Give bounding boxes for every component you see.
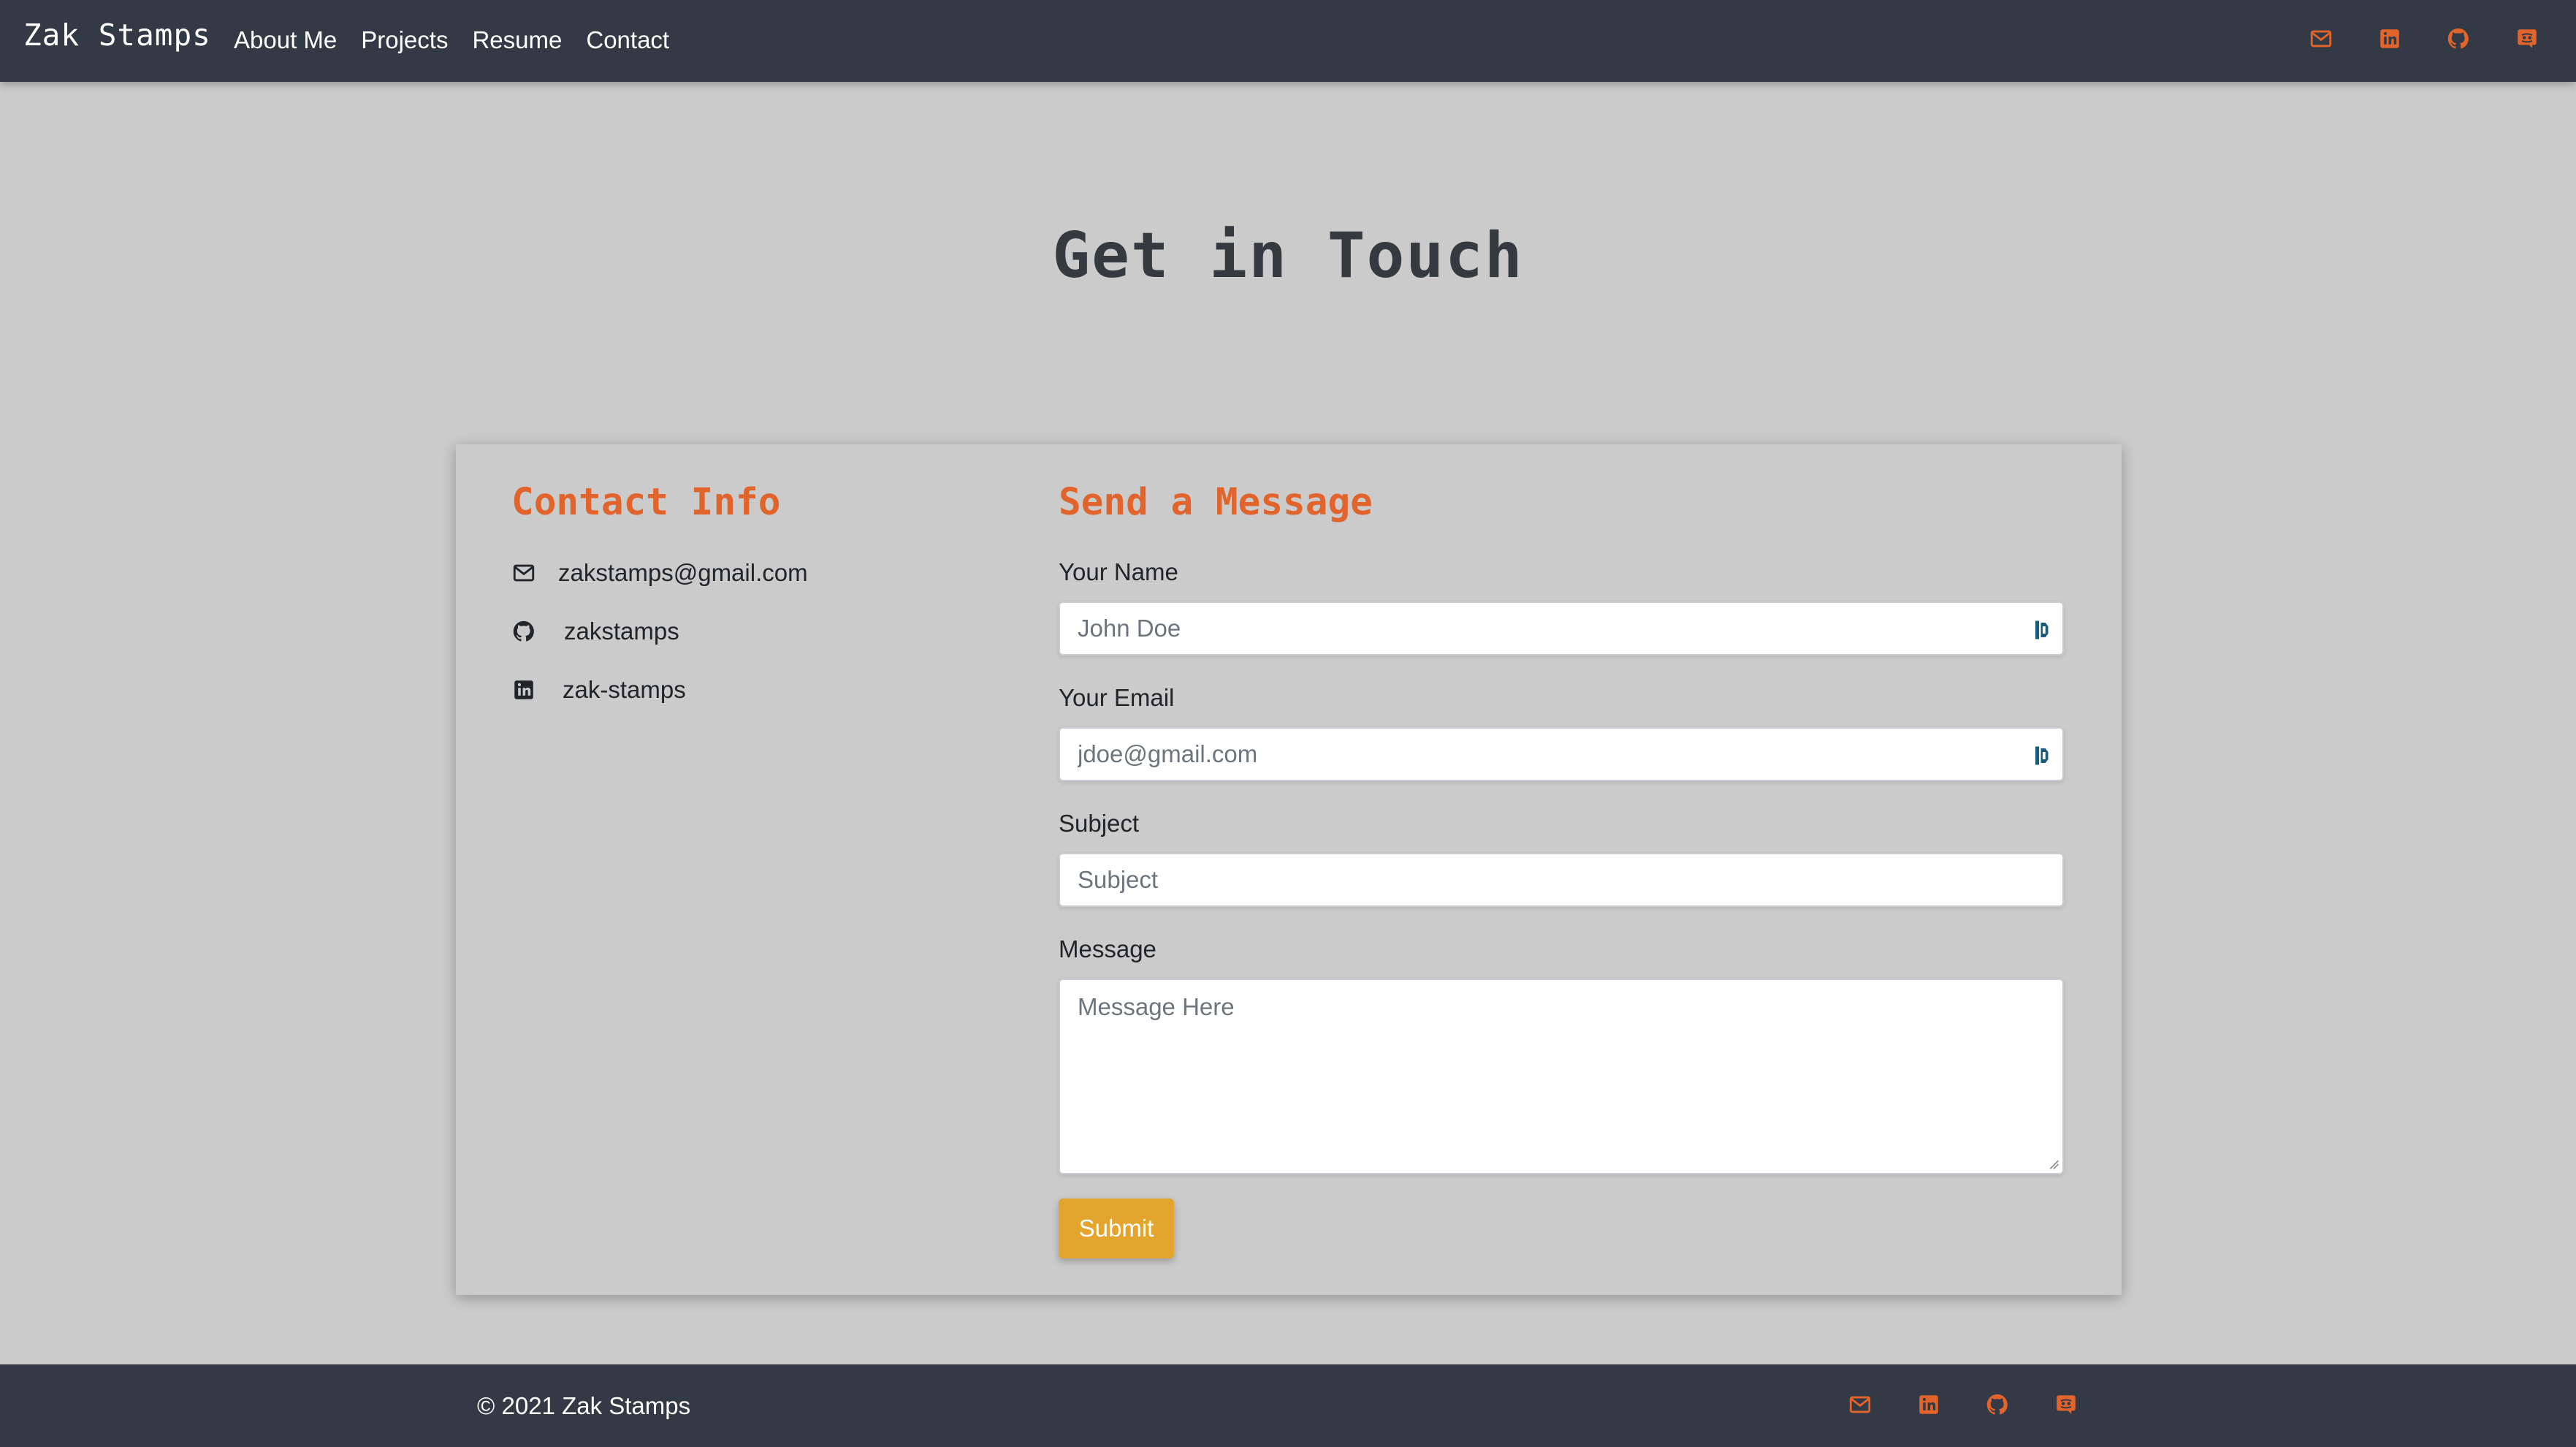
github-icon xyxy=(511,619,536,644)
name-input[interactable] xyxy=(1078,615,2045,642)
contact-linkedin-row[interactable]: zak-stamps xyxy=(511,676,686,704)
nav-social-icons xyxy=(2309,26,2539,51)
discord-icon[interactable] xyxy=(2515,26,2539,51)
nav-link-resume[interactable]: Resume xyxy=(472,26,562,54)
contact-info-heading: Contact Info xyxy=(511,481,781,524)
email-field[interactable] xyxy=(1059,727,2064,781)
password-manager-icon[interactable] xyxy=(2033,619,2052,641)
message-label: Message xyxy=(1059,935,1156,962)
nav-link-contact[interactable]: Contact xyxy=(586,26,669,54)
github-icon[interactable] xyxy=(2446,26,2471,51)
linkedin-icon[interactable] xyxy=(1916,1392,1941,1417)
name-field[interactable] xyxy=(1059,601,2064,656)
your-name-label: Your Name xyxy=(1059,558,1178,585)
submit-button[interactable]: Submit xyxy=(1059,1199,1174,1258)
top-navbar: Zak Stamps About Me Projects Resume Cont… xyxy=(0,0,2576,82)
footer-social-icons xyxy=(1848,1392,2078,1417)
discord-icon[interactable] xyxy=(2054,1392,2078,1417)
nav-links: About Me Projects Resume Contact xyxy=(234,26,669,54)
contact-card: Contact Info zakstamps@gmail.com zakstam… xyxy=(456,444,2122,1295)
send-message-heading: Send a Message xyxy=(1059,481,1373,524)
subject-label: Subject xyxy=(1059,810,1140,837)
subject-input[interactable] xyxy=(1078,866,2045,894)
contact-email-row[interactable]: zakstamps@gmail.com xyxy=(511,559,808,587)
message-textarea[interactable] xyxy=(1078,993,2045,1160)
page-title: Get in Touch xyxy=(1052,219,1524,292)
copyright-text: © 2021 Zak Stamps xyxy=(477,1392,691,1419)
nav-link-about-me[interactable]: About Me xyxy=(234,26,337,54)
contact-email-text: zakstamps@gmail.com xyxy=(558,559,808,586)
subject-field[interactable] xyxy=(1059,853,2064,907)
nav-link-projects[interactable]: Projects xyxy=(361,26,448,54)
envelope-icon[interactable] xyxy=(1848,1392,1872,1417)
envelope-icon[interactable] xyxy=(2309,26,2333,51)
contact-linkedin-text: zak-stamps xyxy=(563,676,686,703)
email-input[interactable] xyxy=(1078,740,2045,768)
resize-grip-icon[interactable] xyxy=(2048,1158,2059,1170)
password-manager-icon[interactable] xyxy=(2033,745,2052,767)
your-email-label: Your Email xyxy=(1059,684,1175,711)
linkedin-icon xyxy=(511,677,536,702)
github-icon[interactable] xyxy=(1985,1392,2010,1417)
footer: © 2021 Zak Stamps xyxy=(0,1364,2576,1447)
linkedin-icon[interactable] xyxy=(2377,26,2402,51)
contact-github-row[interactable]: zakstamps xyxy=(511,618,679,645)
message-field[interactable] xyxy=(1059,979,2064,1174)
contact-github-text: zakstamps xyxy=(564,618,679,645)
envelope-icon xyxy=(511,561,536,585)
brand-logo[interactable]: Zak Stamps xyxy=(23,18,211,53)
